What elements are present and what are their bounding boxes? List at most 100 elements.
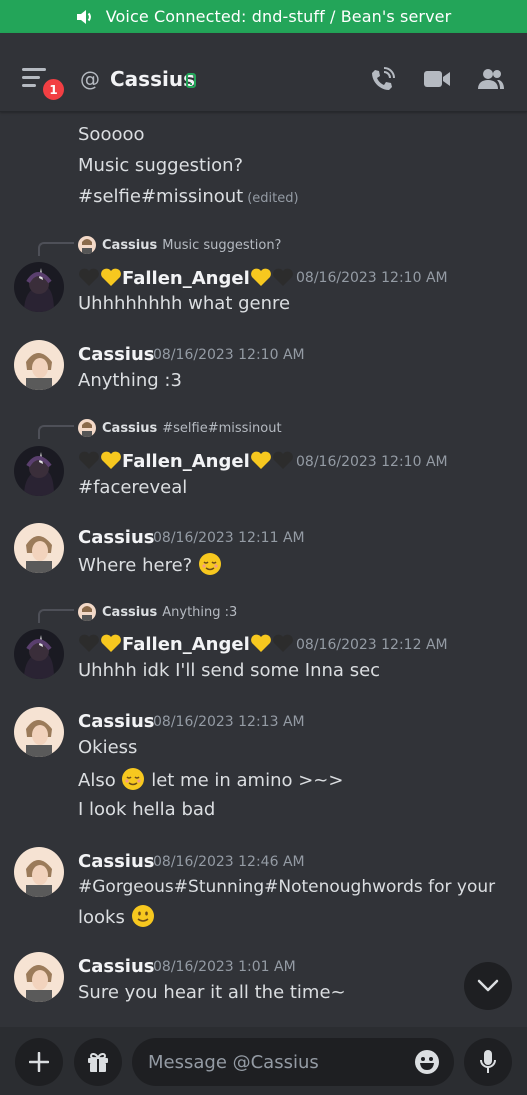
yellow-heart-icon: [250, 634, 271, 652]
message-text: I look hella bad: [78, 799, 216, 820]
message-text: Anything :3: [78, 370, 182, 391]
message-text-content: Also: [78, 770, 116, 791]
message-author[interactable]: Fallen_Angel: [78, 450, 294, 472]
notification-badge: 1: [40, 76, 67, 103]
channel-header: 1 @ Cassius: [0, 33, 527, 112]
relieved-face-icon: [198, 553, 221, 575]
message-text-content: #selfie#missinout: [78, 186, 244, 207]
reply-avatar: [78, 419, 96, 437]
message-text: #facereveal: [78, 477, 188, 498]
message-text: Uhhhh idk I'll send some Inna sec: [78, 660, 381, 681]
message-author[interactable]: Fallen_Angel: [78, 267, 294, 289]
black-heart-icon: [272, 268, 293, 286]
avatar[interactable]: [14, 523, 64, 573]
message-author[interactable]: Cassius: [78, 851, 154, 872]
timestamp: 08/16/2023 12:10 AM: [296, 270, 448, 286]
relieved-face-icon: [122, 768, 145, 790]
yellow-heart-icon: [101, 268, 121, 286]
black-heart-icon: [79, 268, 99, 286]
message-text: Music suggestion?: [78, 155, 244, 176]
message-text: #selfie#missinout (edited): [78, 186, 299, 207]
black-heart-icon: [272, 634, 293, 652]
slightly-smiling-face-icon: [131, 905, 154, 927]
author-name: Fallen_Angel: [122, 451, 250, 472]
message-text: Sure you hear it all the time~: [78, 982, 346, 1003]
message-text: Okiess: [78, 737, 138, 758]
gift-icon: [88, 1052, 108, 1072]
timestamp: 08/16/2023 12:12 AM: [296, 637, 448, 653]
page-title[interactable]: Cassius: [110, 67, 195, 91]
message-author[interactable]: Cassius: [78, 344, 154, 365]
at-icon: @: [80, 67, 100, 91]
voice-message-button[interactable]: [464, 1038, 512, 1086]
avatar[interactable]: [14, 847, 64, 897]
mobile-online-icon: [186, 73, 196, 88]
author-name: Fallen_Angel: [122, 268, 250, 289]
reply-spine: [38, 242, 74, 256]
message-author[interactable]: Cassius: [78, 527, 154, 548]
message-text-content: looks: [78, 907, 125, 928]
reply-spine: [38, 609, 74, 623]
avatar[interactable]: [14, 340, 64, 390]
black-heart-icon: [272, 451, 293, 469]
video-call-icon[interactable]: [423, 67, 451, 91]
yellow-heart-icon: [101, 451, 121, 469]
avatar[interactable]: [14, 707, 64, 757]
yellow-heart-icon: [250, 268, 271, 286]
voice-connected-text: Voice Connected: dnd-stuff / Bean's serv…: [105, 7, 452, 26]
microphone-icon: [480, 1050, 496, 1073]
message-text-content: let me in amino >~>: [151, 770, 344, 791]
reply-text: #selfie#missinout: [162, 420, 282, 436]
message-author[interactable]: Cassius: [78, 956, 154, 977]
reply-author: Cassius: [102, 237, 158, 253]
chevron-down-icon: [477, 979, 499, 992]
reply-avatar: [78, 603, 96, 621]
voice-call-icon[interactable]: [369, 67, 395, 93]
reply-text: Music suggestion?: [162, 237, 282, 253]
timestamp: 08/16/2023 12:11 AM: [153, 530, 305, 546]
timestamp: 08/16/2023 12:10 AM: [296, 454, 448, 470]
reply-author: Cassius: [102, 604, 158, 620]
timestamp: 08/16/2023 12:10 AM: [153, 347, 305, 363]
avatar[interactable]: [14, 952, 64, 1002]
edited-label: (edited): [247, 191, 299, 206]
reply-avatar: [78, 236, 96, 254]
message-text: Also let me in amino >~>: [78, 767, 343, 791]
yellow-heart-icon: [101, 634, 121, 652]
message-input[interactable]: [132, 1038, 454, 1086]
reply-author: Cassius: [102, 420, 158, 436]
author-name: Fallen_Angel: [122, 634, 250, 655]
black-heart-icon: [79, 634, 99, 652]
plus-icon: [29, 1052, 49, 1072]
black-heart-icon: [79, 451, 99, 469]
avatar[interactable]: [14, 629, 64, 679]
voice-connected-bar[interactable]: Voice Connected: dnd-stuff / Bean's serv…: [0, 0, 527, 33]
message-composer: [0, 1027, 527, 1095]
timestamp: 08/16/2023 1:01 AM: [153, 959, 296, 975]
emoji-picker-icon[interactable]: [414, 1049, 440, 1075]
message-author[interactable]: Cassius: [78, 711, 154, 732]
jump-to-present-button[interactable]: [464, 962, 512, 1010]
timestamp: 08/16/2023 12:13 AM: [153, 714, 305, 730]
message-text: looks: [78, 904, 155, 928]
message-text: #Gorgeous#Stunning#Notenoughwords for yo…: [78, 877, 496, 897]
message-text: Uhhhhhhhh what genre: [78, 293, 291, 314]
message-text: Where here?: [78, 552, 222, 576]
gift-button[interactable]: [74, 1038, 122, 1086]
reply-reference[interactable]: Cassius Anything :3: [78, 603, 237, 621]
timestamp: 08/16/2023 12:46 AM: [153, 854, 305, 870]
message-text-content: Where here?: [78, 555, 193, 576]
message-list[interactable]: Sooooo Music suggestion? #selfie#missino…: [0, 112, 527, 1027]
avatar[interactable]: [14, 262, 64, 312]
message-text: Sooooo: [78, 124, 145, 145]
message-author[interactable]: Fallen_Angel: [78, 633, 294, 655]
member-list-icon[interactable]: [477, 67, 505, 91]
yellow-heart-icon: [250, 451, 271, 469]
reply-reference[interactable]: Cassius #selfie#missinout: [78, 419, 282, 437]
add-attachment-button[interactable]: [15, 1038, 63, 1086]
speaker-icon: [76, 9, 91, 24]
avatar[interactable]: [14, 446, 64, 496]
reply-reference[interactable]: Cassius Music suggestion?: [78, 236, 281, 254]
reply-spine: [38, 425, 74, 439]
reply-text: Anything :3: [162, 604, 238, 620]
